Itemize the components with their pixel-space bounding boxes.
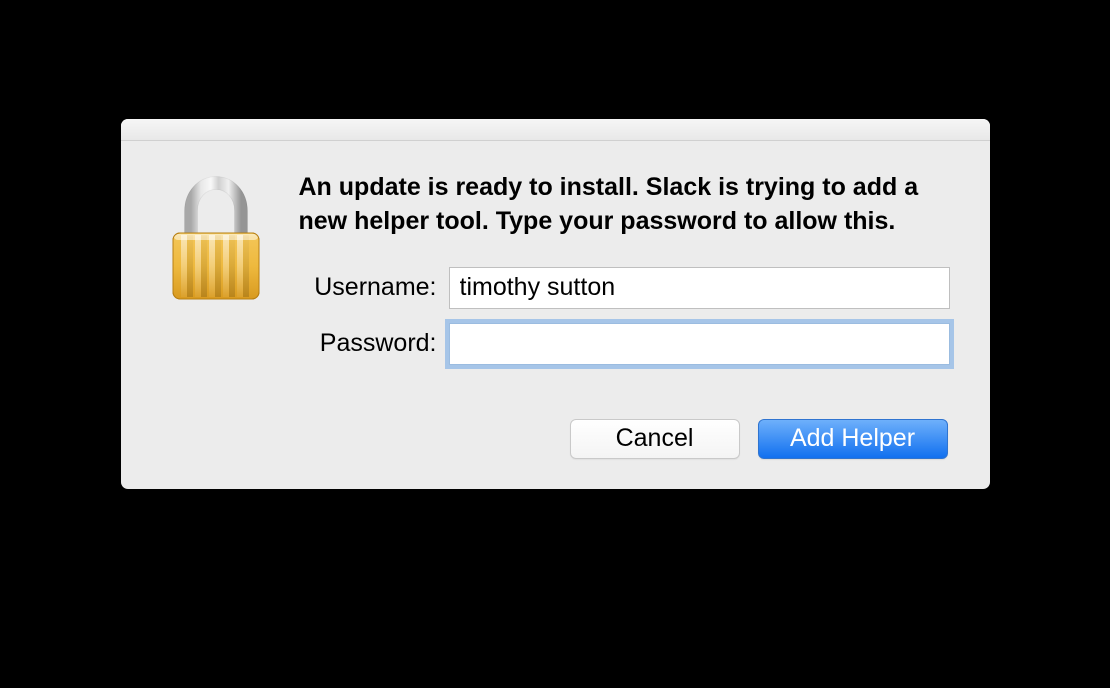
icon-column <box>161 171 271 459</box>
button-row: Cancel Add Helper <box>299 419 950 459</box>
username-field[interactable] <box>449 267 950 309</box>
password-field[interactable] <box>449 323 950 365</box>
username-row: Username: <box>299 267 950 309</box>
lock-icon <box>161 292 271 309</box>
cancel-button[interactable]: Cancel <box>570 419 740 459</box>
password-label: Password: <box>299 329 449 358</box>
auth-dialog: An update is ready to install. Slack is … <box>121 119 990 489</box>
add-helper-button[interactable]: Add Helper <box>758 419 948 459</box>
dialog-titlebar <box>121 119 990 141</box>
content-column: An update is ready to install. Slack is … <box>299 171 950 459</box>
dialog-message: An update is ready to install. Slack is … <box>299 171 950 239</box>
password-row: Password: <box>299 323 950 365</box>
dialog-body: An update is ready to install. Slack is … <box>121 141 990 489</box>
username-label: Username: <box>299 273 449 302</box>
